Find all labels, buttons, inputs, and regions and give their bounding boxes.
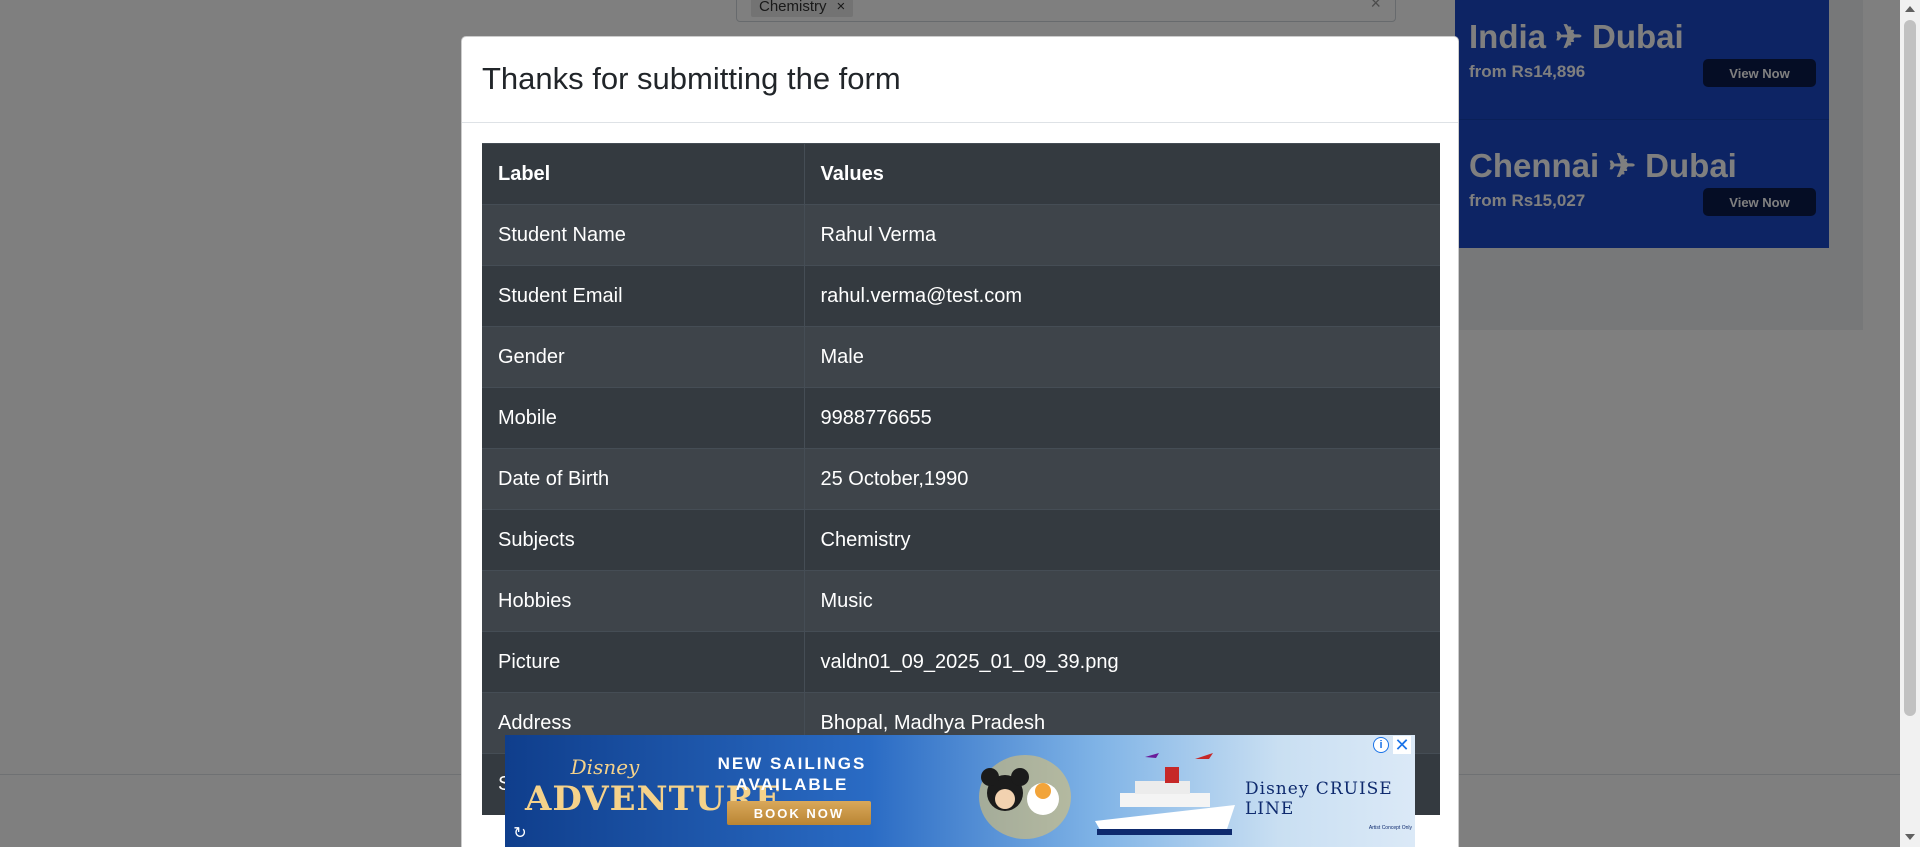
modal-header: Thanks for submitting the form	[462, 37, 1458, 123]
scroll-up-arrow-icon[interactable]	[1905, 6, 1915, 12]
row-value: Music	[804, 570, 1440, 632]
row-label: Student Email	[482, 265, 805, 327]
ad-brand-top: Disney	[570, 755, 640, 779]
row-value: 25 October,1990	[804, 448, 1440, 510]
ad-headline: NEW SAILINGS AVAILABLE	[717, 754, 867, 794]
row-value: Chemistry	[804, 509, 1440, 571]
ad-brand-logo: Disney ADVENTURE	[525, 755, 782, 819]
book-now-button[interactable]: BOOK NOW	[727, 801, 871, 825]
page-scrollbar[interactable]	[1900, 0, 1920, 847]
scrollbar-thumb[interactable]	[1904, 20, 1916, 716]
row-value: Rahul Verma	[804, 204, 1440, 266]
row-value: Male	[804, 326, 1440, 388]
modal-title: Thanks for submitting the form	[482, 61, 901, 96]
refresh-icon[interactable]: ↻	[511, 825, 529, 843]
submission-modal: Thanks for submitting the form Label Val…	[461, 36, 1459, 847]
row-label: Student Name	[482, 204, 805, 266]
scroll-down-arrow-icon[interactable]	[1905, 834, 1915, 840]
header-label: Label	[482, 143, 805, 205]
table-row: Student Email rahul.verma@test.com	[482, 265, 1440, 327]
header-values: Values	[804, 143, 1440, 205]
table-header-row: Label Values	[482, 143, 1440, 205]
row-value: 9988776655	[804, 387, 1440, 449]
table-row: Subjects Chemistry	[482, 509, 1440, 571]
ad-brand-main: ADVENTURE	[525, 779, 782, 819]
row-label: Date of Birth	[482, 448, 805, 510]
info-icon[interactable]: i	[1373, 737, 1389, 753]
table-row: Gender Male	[482, 326, 1440, 388]
submission-table: Label Values Student Name Rahul Verma St…	[482, 143, 1440, 815]
row-label: Picture	[482, 631, 805, 693]
ad-cruise-line-logo: Disney CRUISE LINE	[1245, 779, 1393, 819]
row-value: rahul.verma@test.com	[804, 265, 1440, 327]
table-row: Picture valdn01_09_2025_01_09_39.png	[482, 631, 1440, 693]
close-icon[interactable]: ✕	[1393, 736, 1411, 754]
cruise-ship-illustration	[979, 753, 1235, 839]
row-label: Subjects	[482, 509, 805, 571]
row-label: Gender	[482, 326, 805, 388]
row-value: valdn01_09_2025_01_09_39.png	[804, 631, 1440, 693]
row-label: Hobbies	[482, 570, 805, 632]
table-row: Date of Birth 25 October,1990	[482, 448, 1440, 510]
row-label: Mobile	[482, 387, 805, 449]
bottom-ad-banner[interactable]: Disney ADVENTURE NEW SAILINGS AVAILABLE …	[505, 735, 1415, 847]
table-row: Hobbies Music	[482, 570, 1440, 632]
ad-fine-print: Artist Concept Only	[1368, 825, 1412, 831]
table-row: Student Name Rahul Verma	[482, 204, 1440, 266]
table-row: Mobile 9988776655	[482, 387, 1440, 449]
